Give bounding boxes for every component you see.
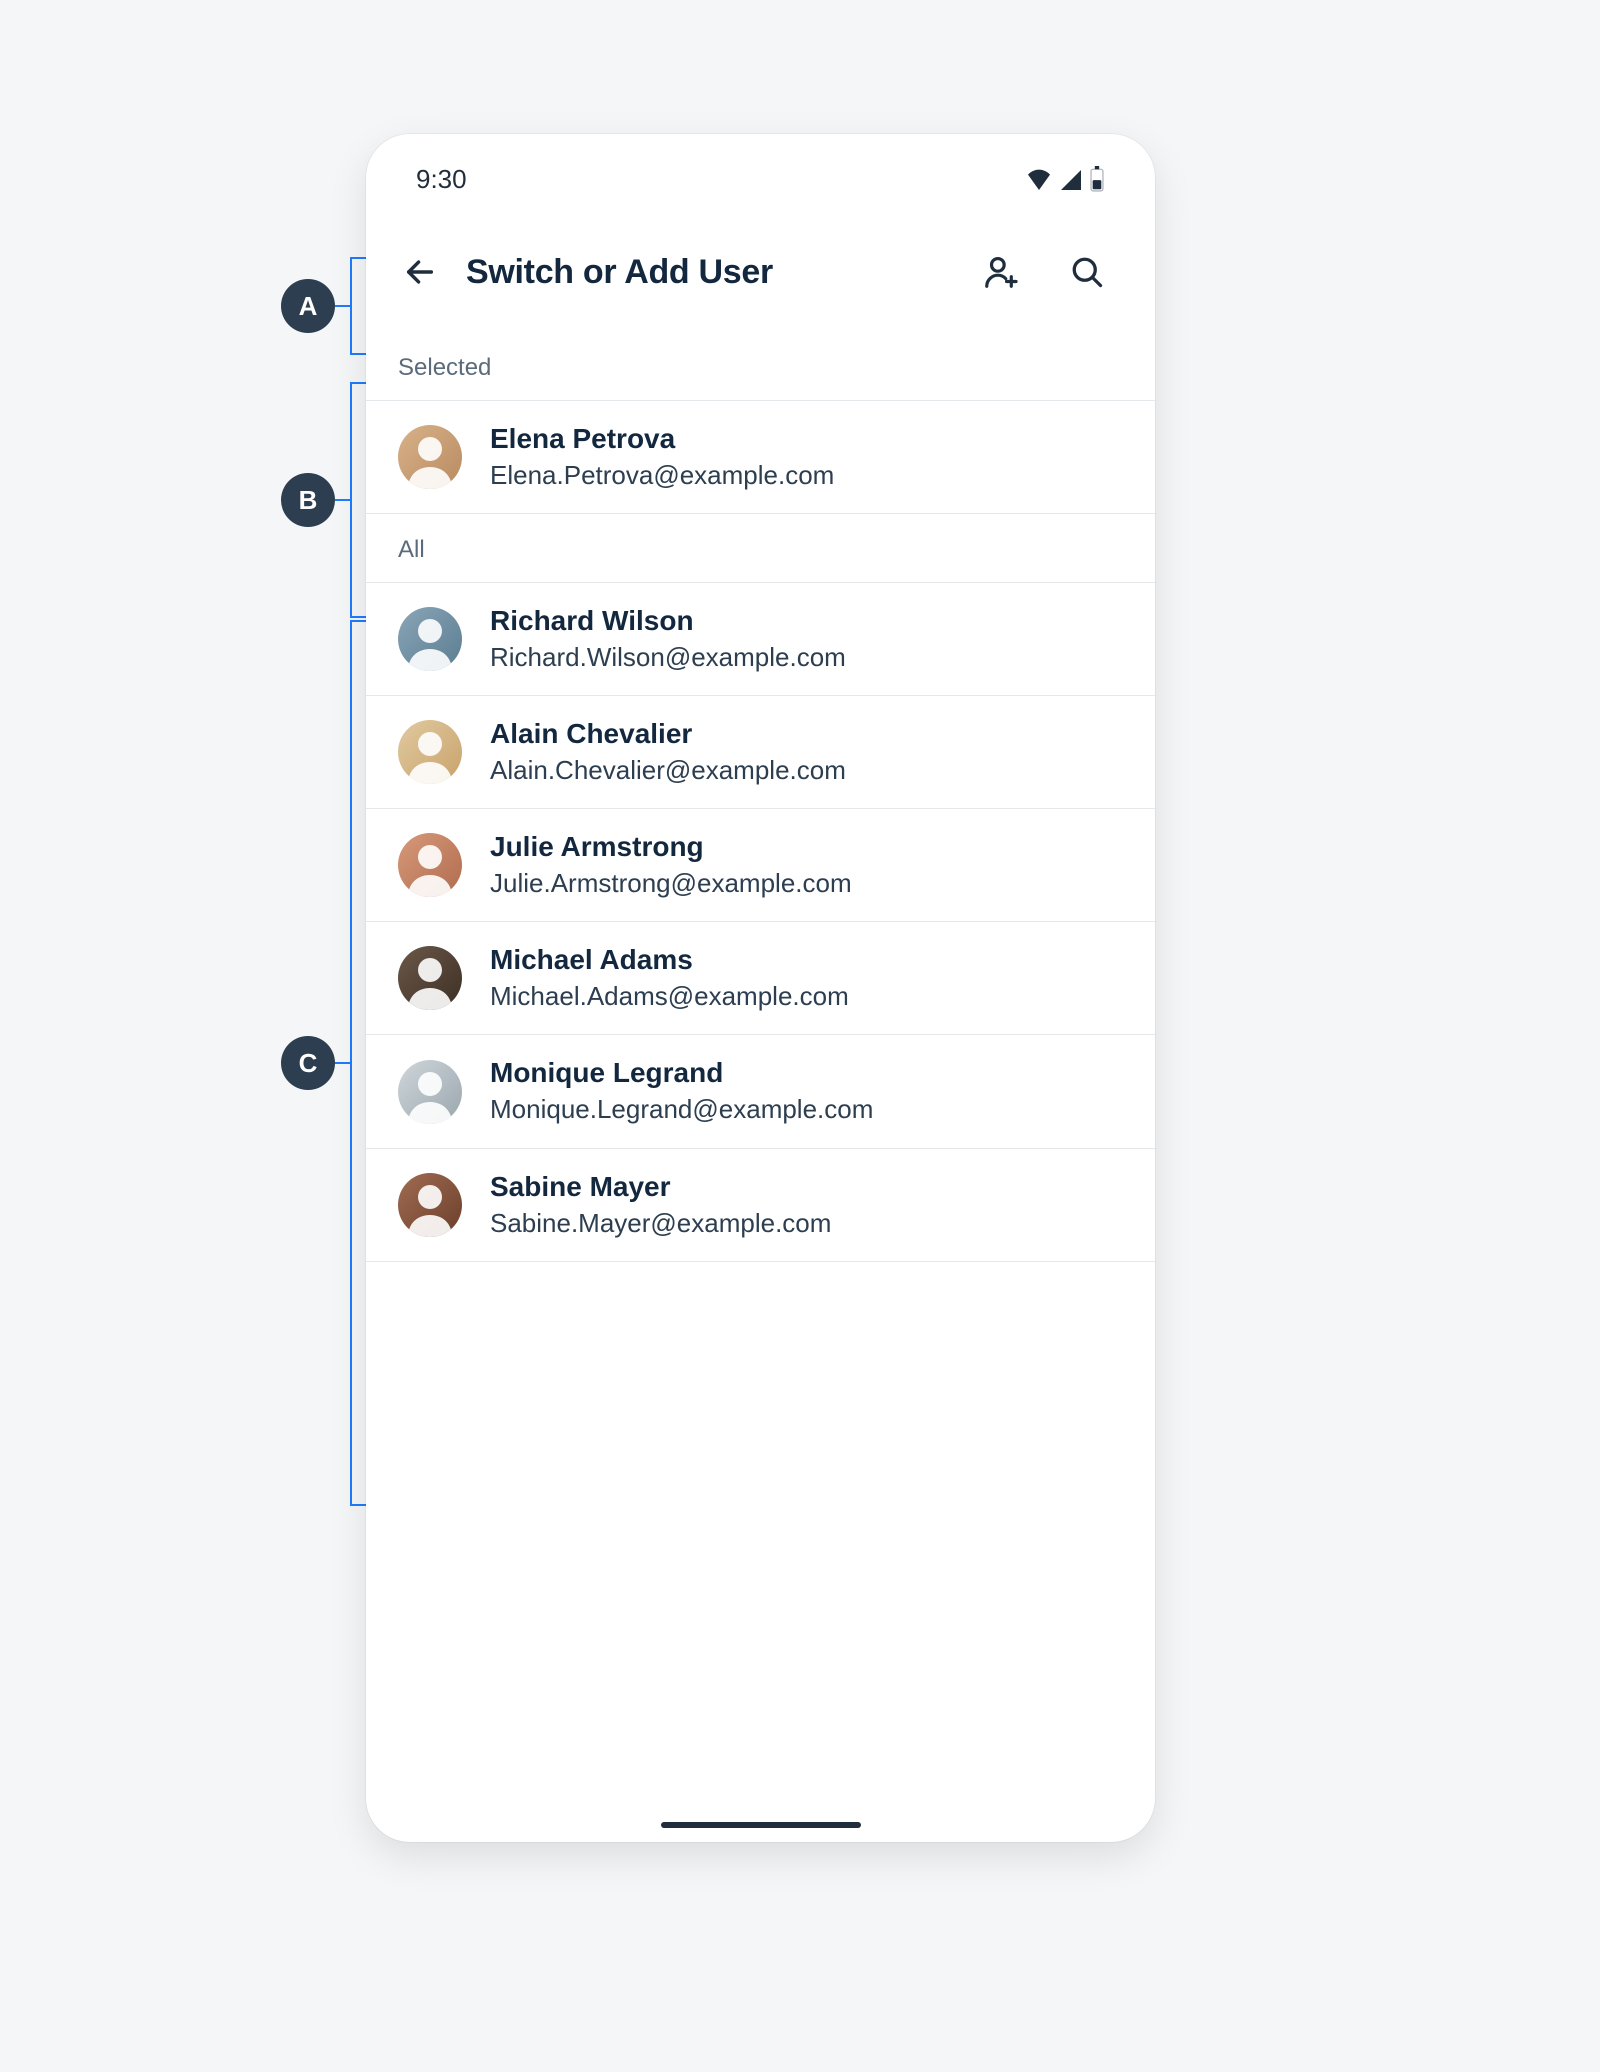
annotation-a: A <box>281 279 352 333</box>
avatar <box>398 1173 462 1237</box>
user-email: Sabine.Mayer@example.com <box>490 1206 831 1241</box>
phone-frame: 9:30 Switch or Add User Selected <box>366 134 1155 1842</box>
annotation-bracket-c <box>350 620 366 1506</box>
page-title: Switch or Add User <box>466 253 773 292</box>
annotation-c: C <box>281 1036 352 1090</box>
user-name: Richard Wilson <box>490 603 846 638</box>
back-button[interactable] <box>396 248 444 296</box>
user-email: Richard.Wilson@example.com <box>490 640 846 675</box>
annotation-bracket-a <box>350 257 366 355</box>
avatar <box>398 607 462 671</box>
app-bar: Switch or Add User <box>366 224 1155 320</box>
user-name: Monique Legrand <box>490 1055 873 1090</box>
user-name: Alain Chevalier <box>490 716 846 751</box>
avatar <box>398 946 462 1010</box>
wifi-icon <box>1025 168 1053 190</box>
user-row[interactable]: Monique Legrand Monique.Legrand@example.… <box>366 1035 1155 1148</box>
avatar <box>398 720 462 784</box>
user-name: Julie Armstrong <box>490 829 852 864</box>
user-email: Michael.Adams@example.com <box>490 979 849 1014</box>
signal-icon <box>1059 168 1083 190</box>
status-bar: 9:30 <box>366 134 1155 224</box>
user-email: Alain.Chevalier@example.com <box>490 753 846 788</box>
add-user-button[interactable] <box>975 246 1027 298</box>
add-user-icon <box>982 253 1020 291</box>
user-row[interactable]: Richard Wilson Richard.Wilson@example.co… <box>366 583 1155 696</box>
section-header-selected: Selected <box>366 320 1155 400</box>
annotation-badge-c: C <box>281 1036 335 1090</box>
user-row[interactable]: Alain Chevalier Alain.Chevalier@example.… <box>366 696 1155 809</box>
user-email: Monique.Legrand@example.com <box>490 1092 873 1127</box>
avatar <box>398 1060 462 1124</box>
user-email: Elena.Petrova@example.com <box>490 458 834 493</box>
user-row[interactable]: Sabine Mayer Sabine.Mayer@example.com <box>366 1149 1155 1262</box>
annotation-bracket-b <box>350 382 366 618</box>
avatar <box>398 833 462 897</box>
avatar <box>398 425 462 489</box>
user-name: Elena Petrova <box>490 421 834 456</box>
annotation-b: B <box>281 473 352 527</box>
selected-user-row[interactable]: Elena Petrova Elena.Petrova@example.com <box>366 401 1155 514</box>
user-name: Michael Adams <box>490 942 849 977</box>
search-icon <box>1069 254 1105 290</box>
arrow-left-icon <box>403 255 437 289</box>
user-name: Sabine Mayer <box>490 1169 831 1204</box>
status-icons <box>1025 166 1105 192</box>
status-time: 9:30 <box>416 164 467 195</box>
user-row[interactable]: Julie Armstrong Julie.Armstrong@example.… <box>366 809 1155 922</box>
annotation-badge-a: A <box>281 279 335 333</box>
gesture-bar <box>661 1822 861 1828</box>
user-email: Julie.Armstrong@example.com <box>490 866 852 901</box>
battery-icon <box>1089 166 1105 192</box>
user-row[interactable]: Michael Adams Michael.Adams@example.com <box>366 922 1155 1035</box>
section-header-all: All <box>366 514 1155 582</box>
search-button[interactable] <box>1061 246 1113 298</box>
annotation-badge-b: B <box>281 473 335 527</box>
